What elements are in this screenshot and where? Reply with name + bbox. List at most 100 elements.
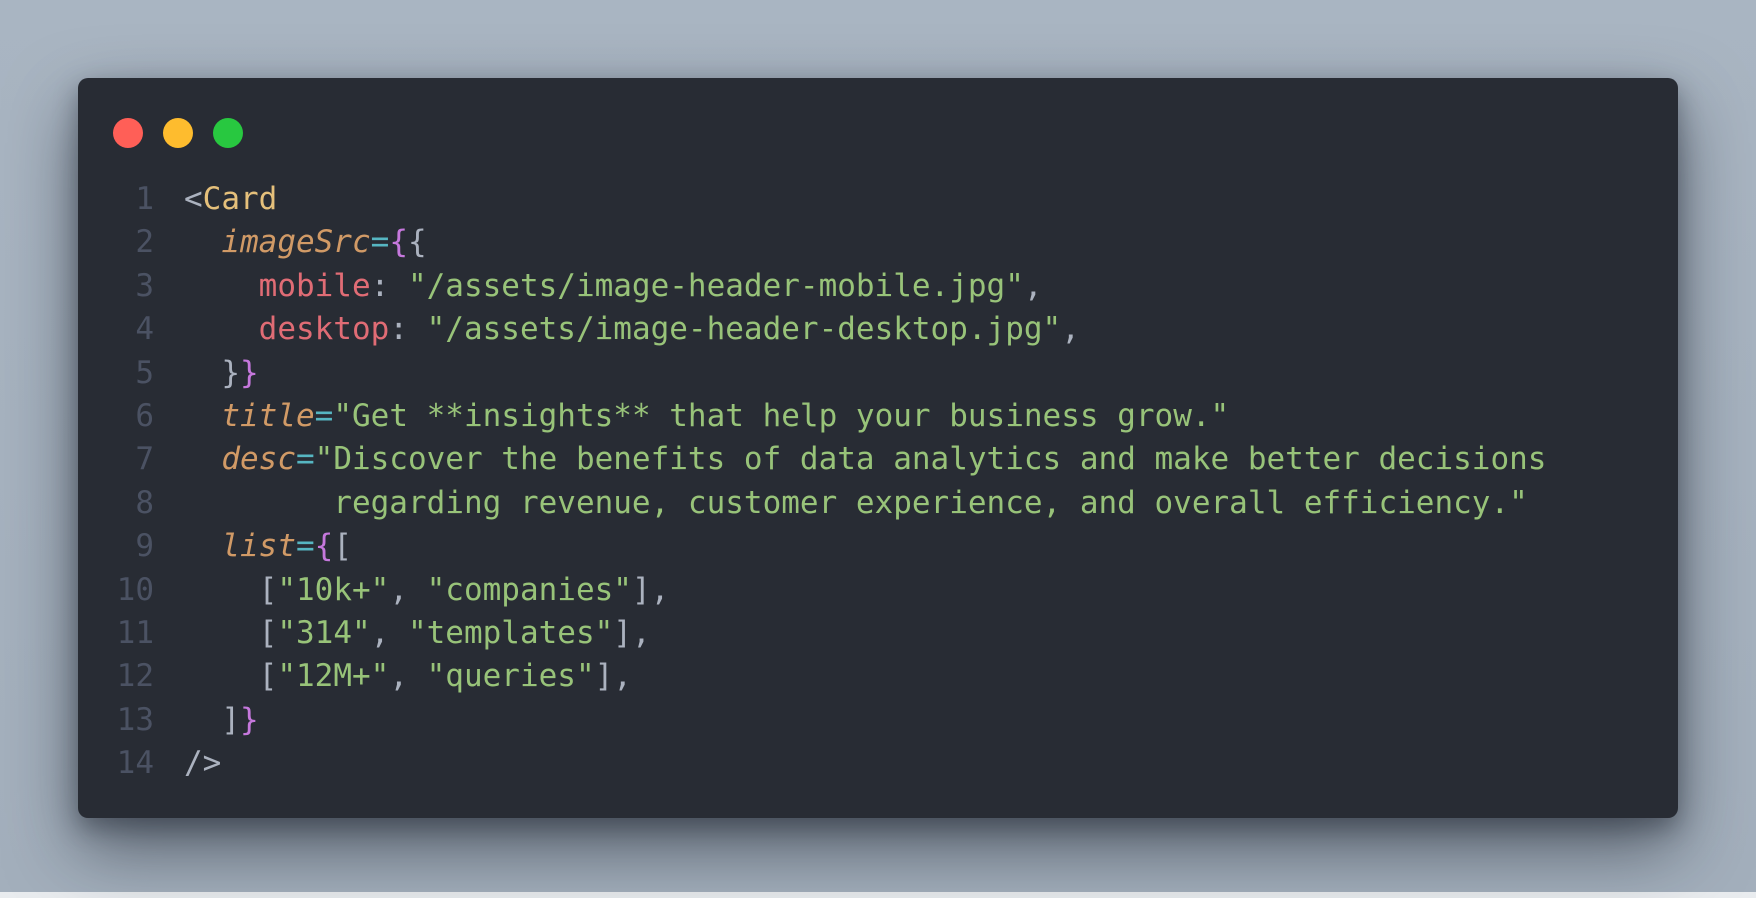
code-text: }} <box>184 352 259 395</box>
code-line: 3 mobile: "/assets/image-header-mobile.j… <box>78 265 1678 308</box>
code-token: ] <box>221 701 240 738</box>
code-line: 2 imageSrc={{ <box>78 221 1678 264</box>
code-line: 11 ["314", "templates"], <box>78 612 1678 655</box>
line-number: 6 <box>135 397 154 434</box>
code-token: = <box>295 441 315 478</box>
code-line: 13 ]} <box>78 699 1678 742</box>
code-token: "10k+" <box>277 571 390 608</box>
line-number: 13 <box>116 701 154 738</box>
code-text: ["314", "templates"], <box>184 612 651 655</box>
page-bottom-strip <box>0 892 1756 898</box>
line-number: 9 <box>135 528 154 565</box>
code-token: { <box>314 528 334 565</box>
code-token: "Discover the benefits of data analytics… <box>314 441 1547 478</box>
code-token: list <box>221 528 296 565</box>
code-text: imageSrc={{ <box>184 221 427 264</box>
code-token: } <box>240 354 259 391</box>
code-token: = <box>314 397 334 434</box>
code-token: , <box>389 571 427 608</box>
code-token: { <box>389 224 408 261</box>
code-line: 10 ["10k+", "companies"], <box>78 569 1678 612</box>
code-token: "314" <box>277 614 371 651</box>
code-token: "/assets/image-header-desktop.jpg" <box>426 311 1062 348</box>
code-line: 5 }} <box>78 352 1678 395</box>
line-number: 10 <box>116 571 154 608</box>
line-number: 7 <box>135 441 154 478</box>
code-token: regarding revenue, customer experience, … <box>333 484 1528 521</box>
line-number: 3 <box>135 267 154 304</box>
code-token: /> <box>184 745 222 782</box>
code-token: ], <box>613 614 651 651</box>
line-number: 5 <box>135 354 154 391</box>
code-text: title="Get **insights** that help your b… <box>184 395 1229 438</box>
code-token: = <box>295 528 315 565</box>
code-token: , <box>1023 267 1043 304</box>
code-token: , <box>1061 311 1080 348</box>
code-text: list={[ <box>184 525 352 568</box>
code-token: "12M+" <box>277 658 390 695</box>
code-token: } <box>221 354 240 391</box>
code-line: 4 desktop: "/assets/image-header-desktop… <box>78 308 1678 351</box>
code-text: ["12M+", "queries"], <box>184 655 632 698</box>
code-token: { <box>407 224 427 261</box>
code-line: 8 regarding revenue, customer experience… <box>78 482 1678 525</box>
line-number: 4 <box>135 311 154 348</box>
code-token: title <box>221 397 315 434</box>
line-number: 2 <box>135 224 154 261</box>
code-window: 1 <Card 2 imageSrc={{3 mobile: "/assets/im… <box>78 78 1678 818</box>
line-number: 11 <box>116 614 154 651</box>
code-text: desktop: "/assets/image-header-desktop.j… <box>184 308 1080 351</box>
code-token: desktop <box>258 311 390 348</box>
code-text: mobile: "/assets/image-header-mobile.jpg… <box>184 265 1043 308</box>
code-token: = <box>370 224 390 261</box>
code-line: 6 title="Get **insights** that help your… <box>78 395 1678 438</box>
code-token: [ <box>258 571 278 608</box>
code-line: 7 desc="Discover the benefits of data an… <box>78 438 1678 481</box>
code-token: } <box>240 701 259 738</box>
code-token: "companies" <box>426 571 632 608</box>
minimize-dot-icon[interactable] <box>163 118 193 148</box>
code-token: : <box>389 311 427 348</box>
maximize-dot-icon[interactable] <box>213 118 243 148</box>
line-number: 1 <box>135 181 154 217</box>
code-token: "Get **insights** that help your busines… <box>333 397 1230 434</box>
window-controls <box>113 118 243 148</box>
code-text: desc="Discover the benefits of data anal… <box>184 438 1546 481</box>
code-text: regarding revenue, customer experience, … <box>184 482 1528 525</box>
code-block: 1 <Card 2 imageSrc={{3 mobile: "/assets/im… <box>78 178 1678 785</box>
code-token: ], <box>631 571 670 608</box>
code-line: 9 list={[ <box>78 525 1678 568</box>
code-text: <Card <box>184 178 277 221</box>
code-token: "queries" <box>426 658 595 695</box>
code-text: /> <box>184 742 221 785</box>
close-dot-icon[interactable] <box>113 118 143 148</box>
code-token: Card <box>202 181 278 217</box>
code-token: , <box>389 658 427 695</box>
code-line: 14 /> <box>78 742 1678 785</box>
code-text: ]} <box>184 699 259 742</box>
code-token: [ <box>258 614 278 651</box>
code-token: : <box>370 267 408 304</box>
code-line: 1 <Card <box>78 178 1678 221</box>
code-token: ], <box>594 658 632 695</box>
code-token: [ <box>333 528 352 565</box>
code-text: ["10k+", "companies"], <box>184 569 670 612</box>
line-number: 14 <box>116 745 154 782</box>
code-token: desc <box>221 441 296 478</box>
code-token: mobile <box>258 267 371 304</box>
line-number: 12 <box>116 658 154 695</box>
line-number: 8 <box>135 484 154 521</box>
code-token: "/assets/image-header-mobile.jpg" <box>407 267 1024 304</box>
